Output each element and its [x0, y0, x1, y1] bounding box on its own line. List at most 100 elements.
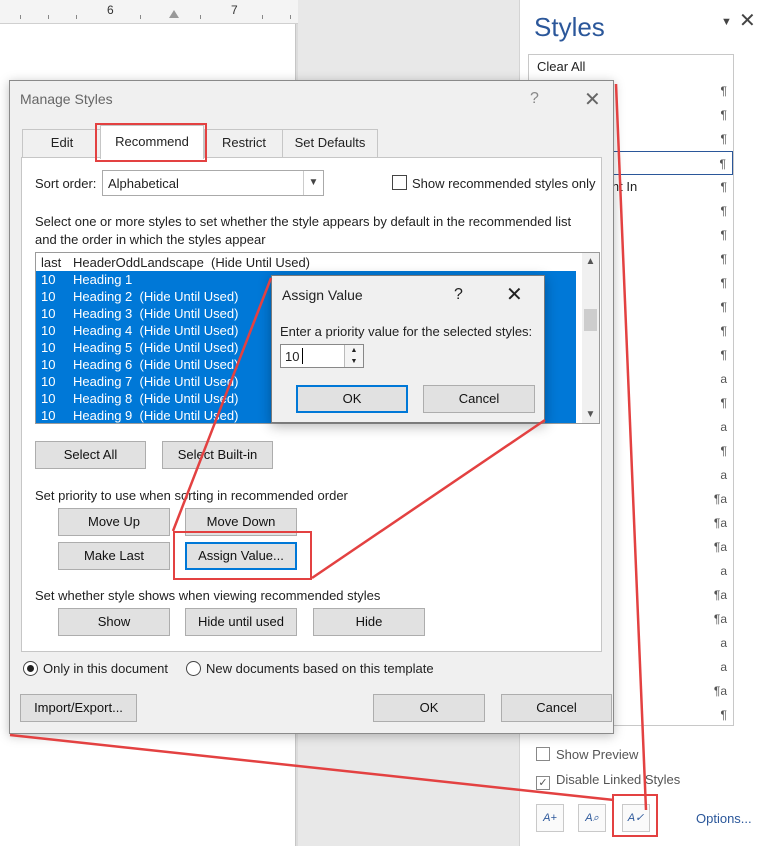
instructions-line-2: and the order in which the styles appear — [35, 232, 266, 247]
style-name: Heading 8 (Hide Until Used) — [73, 391, 239, 406]
assign-ok-button[interactable]: OK — [296, 385, 408, 413]
style-type-icon: ¶a — [713, 516, 727, 530]
ruler-mark-6: 6 — [107, 3, 114, 17]
style-type-icon: ¶ — [720, 132, 727, 146]
style-type-icon: ¶ — [720, 300, 727, 314]
show-recommended-only-label: Show recommended styles only — [412, 176, 596, 191]
priority-value: 10 — [41, 340, 56, 355]
assign-help-icon[interactable]: ? — [454, 286, 463, 304]
tab-set-defaults[interactable]: Set Defaults — [282, 129, 378, 157]
style-item[interactable]: Clear All — [529, 55, 733, 79]
style-type-icon: ¶a — [713, 684, 727, 698]
hide-button[interactable]: Hide — [313, 608, 425, 636]
style-name: HeaderOddLandscape (Hide Until Used) — [73, 255, 311, 270]
pane-options-dropdown-icon[interactable]: ▼ — [721, 16, 732, 28]
indent-marker[interactable] — [169, 10, 179, 18]
style-type-icon: a — [720, 660, 727, 674]
style-name: Heading 9 (Hide Until Used) — [73, 408, 239, 423]
priority-label: Set priority to use when sorting in reco… — [35, 488, 348, 503]
list-item[interactable]: last HeaderOddLandscape (Hide Until Used) — [36, 254, 576, 271]
style-type-icon: ¶ — [720, 252, 727, 266]
ruler: 6 7 — [0, 0, 298, 24]
style-type-icon: ¶ — [720, 180, 727, 194]
style-type-icon: ¶ — [720, 348, 727, 362]
disable-linked-styles-checkbox[interactable]: ✓ Disable Linked Styles — [536, 772, 680, 790]
tab-edit[interactable]: Edit — [22, 129, 102, 157]
import-export-button[interactable]: Import/Export... — [20, 694, 137, 722]
priority-value-stepper[interactable]: 10 ▲ ▼ — [280, 344, 364, 368]
priority-value: 10 — [41, 323, 56, 338]
style-type-icon: ¶ — [720, 228, 727, 242]
style-type-icon: ¶ — [720, 204, 727, 218]
style-type-icon: ¶a — [713, 588, 727, 602]
priority-value: 10 — [41, 357, 56, 372]
tab-restrict[interactable]: Restrict — [204, 129, 284, 157]
only-this-document-label: Only in this document — [43, 661, 169, 676]
chevron-down-icon: ▼ — [303, 171, 323, 195]
style-name: Heading 1 — [73, 272, 133, 287]
style-name: Heading 6 (Hide Until Used) — [73, 357, 239, 372]
assign-value-dialog: Assign Value ? ✕ Enter a priority value … — [271, 275, 545, 423]
select-all-button[interactable]: Select All — [35, 441, 146, 469]
style-name: Heading 5 (Hide Until Used) — [73, 340, 239, 355]
style-name: Heading 3 (Hide Until Used) — [73, 306, 239, 321]
style-type-icon: ¶ — [720, 708, 727, 722]
sort-order-label: Sort order: — [35, 176, 97, 191]
new-documents-radio[interactable] — [186, 661, 201, 676]
select-builtin-button[interactable]: Select Built-in — [162, 441, 273, 469]
style-type-icon: ¶a — [713, 540, 727, 554]
styles-pane-title: Styles — [534, 12, 605, 42]
style-inspector-icon[interactable]: A⌕ — [578, 804, 606, 832]
scroll-down-icon[interactable]: ▼ — [582, 406, 599, 423]
highlight-assign-value-button — [173, 531, 312, 580]
style-type-icon: a — [720, 420, 727, 434]
style-type-icon: ¶ — [720, 108, 727, 122]
spin-up-icon[interactable]: ▲ — [344, 345, 363, 356]
show-recommended-only-checkbox[interactable] — [392, 175, 407, 190]
style-type-icon: ¶ — [719, 157, 726, 171]
assign-close-icon[interactable]: ✕ — [506, 282, 523, 307]
scroll-up-icon[interactable]: ▲ — [582, 253, 599, 270]
scroll-thumb[interactable] — [584, 309, 597, 331]
style-type-icon: ¶ — [720, 276, 727, 290]
style-name: Heading 2 (Hide Until Used) — [73, 289, 239, 304]
show-preview-checkbox[interactable]: Show Preview — [536, 747, 638, 762]
listbox-scrollbar[interactable]: ▲ ▼ — [582, 253, 599, 423]
priority-value: 10 — [41, 408, 56, 423]
sort-order-select[interactable]: Alphabetical ▼ — [102, 170, 324, 196]
options-link[interactable]: Options... — [696, 811, 752, 826]
new-documents-label: New documents based on this template — [206, 661, 434, 676]
show-label: Set whether style shows when viewing rec… — [35, 588, 381, 603]
move-up-button[interactable]: Move Up — [58, 508, 170, 536]
style-name: Heading 4 (Hide Until Used) — [73, 323, 239, 338]
style-name: Heading 7 (Hide Until Used) — [73, 374, 239, 389]
style-type-icon: ¶ — [720, 324, 727, 338]
cancel-button[interactable]: Cancel — [501, 694, 612, 722]
style-type-icon: ¶ — [720, 444, 727, 458]
pane-close-icon[interactable]: ✕ — [739, 8, 756, 33]
only-this-document-radio[interactable] — [23, 661, 38, 676]
instructions: Select one or more styles to set whether… — [35, 214, 572, 229]
priority-prompt: Enter a priority value for the selected … — [280, 324, 533, 339]
assign-cancel-button[interactable]: Cancel — [423, 385, 535, 413]
highlight-recommend-tab — [95, 123, 207, 162]
style-type-icon: ¶ — [720, 84, 727, 98]
priority-value: last — [41, 255, 62, 270]
spin-down-icon[interactable]: ▼ — [344, 356, 363, 367]
show-button[interactable]: Show — [58, 608, 170, 636]
style-type-icon: a — [720, 636, 727, 650]
close-icon[interactable]: ✕ — [584, 87, 601, 112]
make-last-button[interactable]: Make Last — [58, 542, 170, 570]
assign-dialog-title: Assign Value — [282, 287, 363, 303]
hide-until-used-button[interactable]: Hide until used — [185, 608, 297, 636]
ok-button[interactable]: OK — [373, 694, 485, 722]
priority-value: 10 — [41, 391, 56, 406]
priority-value: 10 — [41, 306, 56, 321]
priority-value: 10 — [41, 272, 56, 287]
ruler-mark-7: 7 — [231, 3, 238, 17]
priority-value: 10 — [41, 374, 56, 389]
help-icon[interactable]: ? — [530, 90, 539, 108]
priority-value: 10 — [41, 289, 56, 304]
new-style-icon[interactable]: A+ — [536, 804, 564, 832]
style-type-icon: a — [720, 564, 727, 578]
